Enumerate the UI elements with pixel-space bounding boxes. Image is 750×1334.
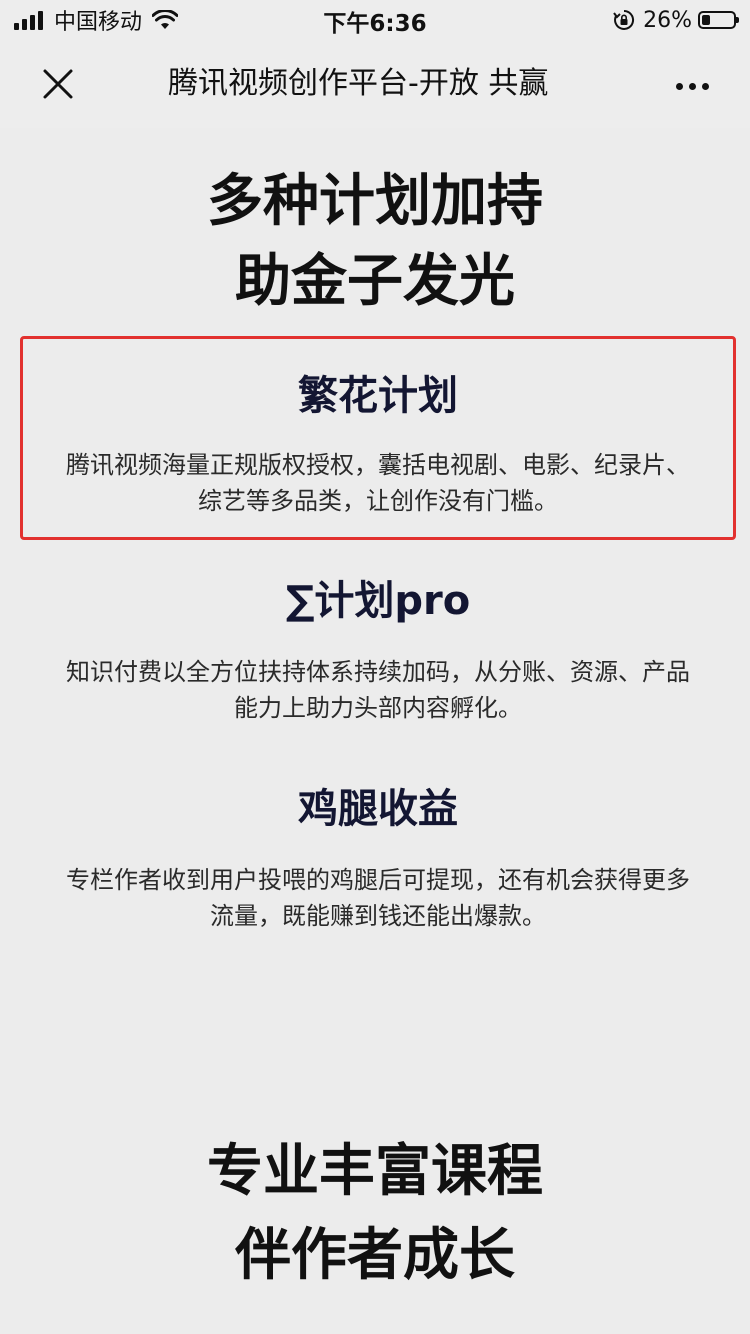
plan-title: ∑计划pro	[285, 578, 471, 624]
courses-title-line2: 伴作者成长	[235, 1223, 515, 1288]
hero-title-line2: 助金子发光	[235, 249, 515, 314]
close-button[interactable]	[36, 62, 80, 106]
plan-description-line: 知识付费以全方位扶持体系持续加码，从分账、资源、产品	[66, 658, 690, 686]
plan-description: 专栏作者收到用户投喂的鸡腿后可提现，还有机会获得更多 流量，既能赚到钱还能出爆款…	[58, 862, 698, 934]
page-title: 腾讯视频创作平台-开放 共赢	[168, 64, 596, 108]
more-icon-dot	[688, 82, 696, 90]
plan-card-chicken-leg: 鸡腿收益 专栏作者收到用户投喂的鸡腿后可提现，还有机会获得更多 流量，既能赚到钱…	[20, 782, 736, 934]
plan-description-line: 专栏作者收到用户投喂的鸡腿后可提现，还有机会获得更多	[66, 866, 690, 894]
page-title-text: 腾讯视频创作平台-开放 共赢	[168, 66, 549, 101]
status-right: 26%	[613, 6, 739, 34]
battery-percent: 26%	[643, 7, 692, 33]
plan-title: 繁花计划	[298, 373, 458, 419]
more-icon-dot	[701, 82, 709, 90]
plan-description: 知识付费以全方位扶持体系持续加码，从分账、资源、产品 能力上助力头部内容孵化。	[58, 654, 698, 726]
close-icon	[43, 69, 73, 99]
more-icon-dot	[675, 82, 683, 90]
hero-title-line1: 多种计划加持	[207, 169, 543, 234]
more-button[interactable]	[670, 64, 714, 108]
courses-title-line1: 专业丰富课程	[207, 1139, 543, 1204]
battery-fill	[702, 15, 710, 25]
plan-description-line: 流量，既能赚到钱还能出爆款。	[210, 902, 546, 930]
title-fade	[546, 64, 596, 108]
rotation-lock-icon	[613, 9, 635, 30]
plan-title: 鸡腿收益	[298, 786, 458, 832]
status-bar: 中国移动 下午6:36 26%	[0, 0, 750, 40]
plan-card-fanhua: 繁花计划 腾讯视频海量正规版权授权，囊括电视剧、电影、纪录片、 综艺等多品类，让…	[20, 336, 736, 540]
plan-description-line: 能力上助力头部内容孵化。	[234, 694, 522, 722]
plan-description-line: 综艺等多品类，让创作没有门槛。	[198, 487, 558, 515]
nav-bar: 腾讯视频创作平台-开放 共赢	[0, 40, 750, 128]
plan-description-line: 腾讯视频海量正规版权授权，囊括电视剧、电影、纪录片、	[66, 451, 690, 479]
plan-description: 腾讯视频海量正规版权授权，囊括电视剧、电影、纪录片、 综艺等多品类，让创作没有门…	[58, 447, 698, 519]
battery-icon	[698, 11, 739, 29]
plan-card-sigma-pro: ∑计划pro 知识付费以全方位扶持体系持续加码，从分账、资源、产品 能力上助力头…	[20, 574, 736, 726]
